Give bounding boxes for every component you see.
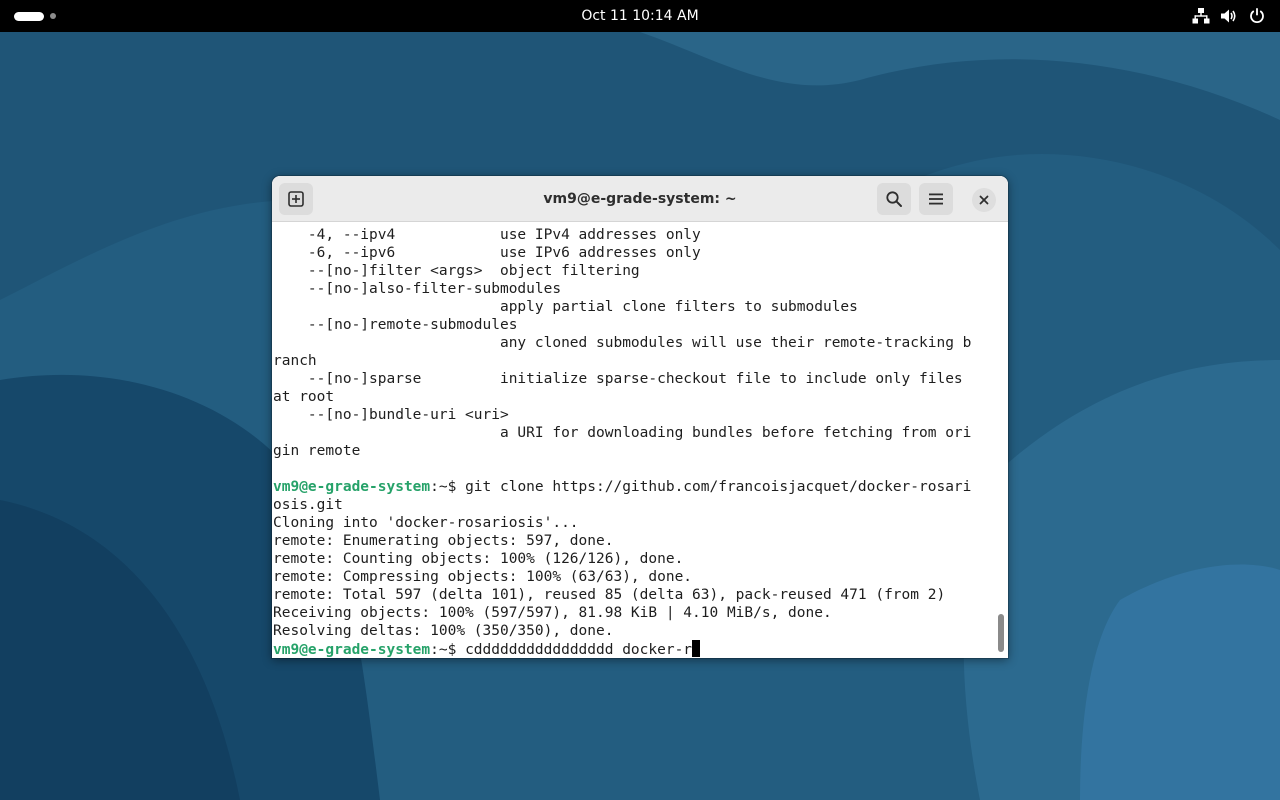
terminal-line: -4, --ipv4 use IPv4 addresses only — [273, 226, 995, 244]
command-text: git clone https://github.com/francoisjac… — [465, 479, 972, 495]
terminal-scrollback[interactable]: -4, --ipv4 use IPv4 addresses only -6, -… — [273, 222, 995, 658]
terminal-line: a URI for downloading bundles before fet… — [273, 424, 995, 442]
system-tray[interactable] — [1192, 0, 1266, 32]
terminal-line: remote: Enumerating objects: 597, done. — [273, 532, 995, 550]
terminal-prompt-line: vm9@e-grade-system:~$ git clone https://… — [273, 478, 995, 496]
scrollbar[interactable] — [994, 222, 1008, 658]
active-workspace-indicator — [14, 11, 44, 21]
output-text: gin remote — [273, 443, 361, 459]
workspace-dot — [50, 13, 56, 19]
output-text: at root — [273, 389, 335, 405]
main-menu-button[interactable] — [919, 183, 953, 215]
output-text: Receiving objects: 100% (597/597), 81.98… — [273, 605, 832, 621]
clock[interactable]: Oct 11 10:14 AM — [540, 0, 740, 32]
hamburger-menu-icon — [929, 193, 943, 205]
power-icon[interactable] — [1248, 7, 1266, 25]
output-text: -4, --ipv4 use IPv4 addresses only — [273, 227, 701, 243]
command-text: cdddddddddddddddd docker-r — [465, 642, 693, 658]
terminal-line: ranch — [273, 352, 995, 370]
top-bar: Oct 11 10:14 AM — [0, 0, 1280, 32]
output-text: remote: Compressing objects: 100% (63/63… — [273, 569, 693, 585]
output-text: Cloning into 'docker-rosariosis'... — [273, 515, 579, 531]
terminal-line: --[no-]bundle-uri <uri> — [273, 406, 995, 424]
terminal-line: gin remote — [273, 442, 995, 460]
terminal-line: Cloning into 'docker-rosariosis'... — [273, 514, 995, 532]
terminal-line: Resolving deltas: 100% (350/350), done. — [273, 622, 995, 640]
output-text: remote: Total 597 (delta 101), reused 85… — [273, 587, 946, 603]
terminal-line: at root — [273, 388, 995, 406]
terminal-line: osis.git — [273, 496, 995, 514]
scrollbar-thumb[interactable] — [998, 614, 1004, 652]
new-tab-icon — [288, 191, 304, 207]
terminal-line: remote: Total 597 (delta 101), reused 85… — [273, 586, 995, 604]
terminal-line: --[no-]sparse initialize sparse-checkout… — [273, 370, 995, 388]
volume-icon[interactable] — [1220, 7, 1238, 25]
network-icon[interactable] — [1192, 7, 1210, 25]
text-cursor — [692, 640, 701, 657]
output-text: remote: Enumerating objects: 597, done. — [273, 533, 614, 549]
terminal-line: --[no-]filter <args> object filtering — [273, 262, 995, 280]
output-text: Resolving deltas: 100% (350/350), done. — [273, 623, 614, 639]
output-text: --[no-]sparse initialize sparse-checkout… — [273, 371, 963, 387]
output-text: remote: Counting objects: 100% (126/126)… — [273, 551, 684, 567]
terminal-line: --[no-]also-filter-submodules — [273, 280, 995, 298]
prompt-path: :~$ — [430, 642, 466, 658]
terminal-prompt-line: vm9@e-grade-system:~$ cdddddddddddddddd … — [273, 640, 995, 658]
activities-button[interactable] — [14, 9, 56, 23]
search-icon — [886, 191, 902, 207]
search-button[interactable] — [877, 183, 911, 215]
output-text: --[no-]filter <args> object filtering — [273, 263, 640, 279]
output-text: --[no-]remote-submodules — [273, 317, 518, 333]
output-text: osis.git — [273, 497, 343, 513]
terminal-line: -6, --ipv6 use IPv6 addresses only — [273, 244, 995, 262]
prompt-user-host: vm9@e-grade-system — [273, 479, 431, 495]
terminal-line: --[no-]remote-submodules — [273, 316, 995, 334]
terminal-window[interactable]: vm9@e-grade-system: ~ -4, --ipv4 use IPv… — [272, 176, 1008, 658]
close-icon — [979, 195, 989, 205]
output-text: --[no-]bundle-uri <uri> — [273, 407, 509, 423]
new-tab-button[interactable] — [279, 183, 313, 215]
prompt-user-host: vm9@e-grade-system — [273, 642, 431, 658]
window-title: vm9@e-grade-system: ~ — [543, 191, 737, 207]
output-text: apply partial clone filters to submodule… — [273, 299, 858, 315]
prompt-path: :~$ — [430, 479, 466, 495]
terminal-line: Receiving objects: 100% (597/597), 81.98… — [273, 604, 995, 622]
terminal-line: remote: Counting objects: 100% (126/126)… — [273, 550, 995, 568]
window-header-bar[interactable]: vm9@e-grade-system: ~ — [272, 176, 1008, 222]
terminal-line: any cloned submodules will use their rem… — [273, 334, 995, 352]
output-text: a URI for downloading bundles before fet… — [273, 425, 972, 441]
terminal-view[interactable]: -4, --ipv4 use IPv4 addresses only -6, -… — [272, 222, 1008, 658]
terminal-output: -4, --ipv4 use IPv4 addresses only -6, -… — [273, 226, 995, 658]
output-text: -6, --ipv6 use IPv6 addresses only — [273, 245, 701, 261]
close-button[interactable] — [972, 188, 996, 212]
terminal-line: apply partial clone filters to submodule… — [273, 298, 995, 316]
output-text: any cloned submodules will use their rem… — [273, 335, 972, 351]
terminal-line: remote: Compressing objects: 100% (63/63… — [273, 568, 995, 586]
output-text: --[no-]also-filter-submodules — [273, 281, 562, 297]
output-text: ranch — [273, 353, 317, 369]
